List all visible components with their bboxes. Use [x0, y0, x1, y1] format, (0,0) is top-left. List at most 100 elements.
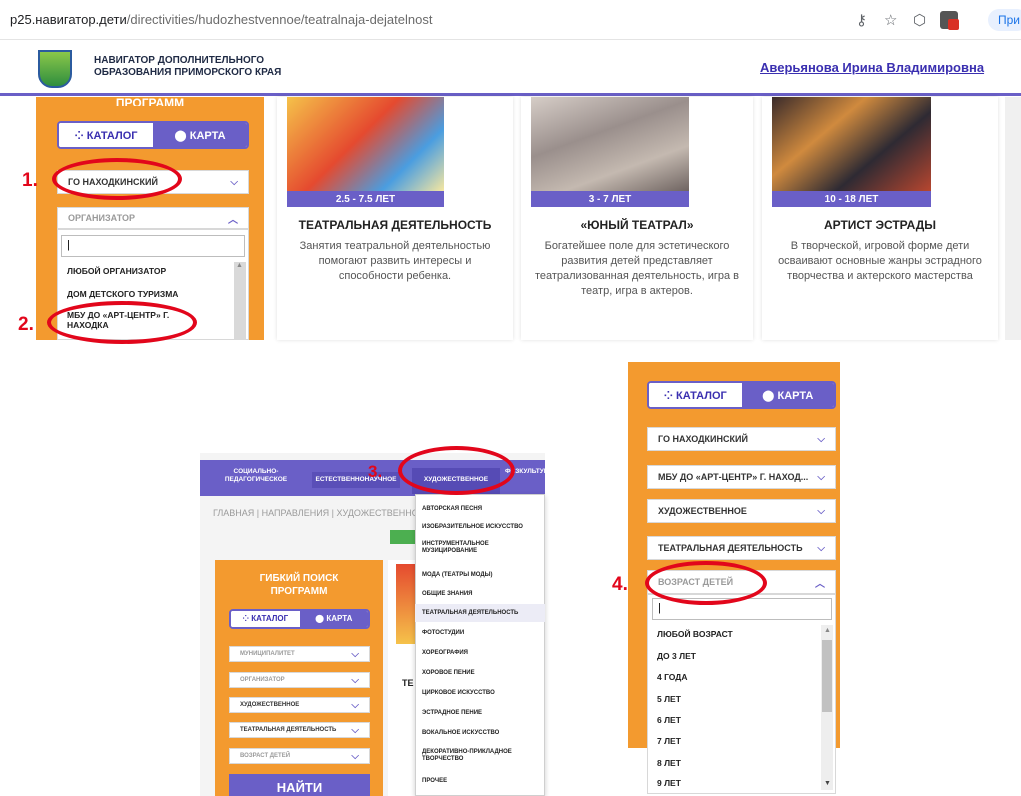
- grid-icon: ⁘: [242, 614, 252, 623]
- direction-select[interactable]: ХУДОЖЕСТВЕННОЕ ⌵: [229, 697, 370, 713]
- profile-select[interactable]: ТЕАТРАЛЬНАЯ ДЕЯТЕЛЬНОСТЬ ⌵: [647, 536, 836, 560]
- menu-item[interactable]: ИНСТРУМЕНТАЛЬНОЕ МУЗИЦИРОВАНИЕ: [415, 536, 545, 560]
- organizer-select[interactable]: ОРГАНИЗАТОР ︿: [57, 207, 249, 229]
- card-title[interactable]: «ЮНЫЙ ТЕАТРАЛ»: [526, 218, 748, 232]
- filter-value: ОРГАНИЗАТОР: [240, 677, 285, 683]
- key-icon[interactable]: ⚷: [856, 11, 867, 29]
- list-item[interactable]: 6 ЛЕТ: [647, 711, 819, 729]
- organizer-select[interactable]: МБУ ДО «АРТ-ЦЕНТР» Г. НАХОД... ⌵: [647, 465, 836, 489]
- filter-value: ТЕАТРАЛЬНАЯ ДЕЯТЕЛЬНОСТЬ: [240, 727, 337, 733]
- extension-cube-icon[interactable]: ⬡: [913, 11, 926, 29]
- extension-icon[interactable]: [940, 11, 959, 30]
- map-pin-icon: ⬤: [174, 130, 190, 142]
- step-marker: 4.: [612, 574, 628, 595]
- municipality-select[interactable]: ГО НАХОДКИНСКИЙ ⌵: [647, 427, 836, 451]
- site-title-line2: ОБРАЗОВАНИЯ ПРИМОРСКОГО КРАЯ: [94, 67, 282, 78]
- step-marker: 3.: [368, 462, 383, 481]
- nav-item-social[interactable]: СОЦИАЛЬНО-ПЕДАГОГИЧЕСКОЕ: [216, 468, 296, 484]
- menu-item[interactable]: ХОРОВОЕ ПЕНИЕ: [415, 664, 545, 682]
- organizer-scrollbar[interactable]: [234, 262, 246, 340]
- chevron-down-icon: ⌵: [351, 648, 359, 660]
- list-item[interactable]: ДОМ ДЕТСКОГО ТУРИЗМА: [57, 285, 233, 303]
- highlight-oval-3: [398, 446, 515, 495]
- catalog-map-tabs: ⁘ КАТАЛОГ ⬤ КАРТА: [229, 609, 370, 629]
- tab-catalog[interactable]: ⁘ КАТАЛОГ: [649, 383, 742, 407]
- tab-map[interactable]: ⬤ КАРТА: [299, 611, 368, 627]
- organizer-search-input[interactable]: |: [61, 235, 245, 257]
- menu-item[interactable]: ОБЩИЕ ЗНАНИЯ: [415, 585, 545, 603]
- organizer-select[interactable]: ОРГАНИЗАТОР ⌵: [229, 672, 370, 688]
- tab-map[interactable]: ⬤ КАРТА: [153, 123, 247, 147]
- profile-select[interactable]: ТЕАТРАЛЬНАЯ ДЕЯТЕЛЬНОСТЬ ⌵: [229, 722, 370, 738]
- profile-button[interactable]: При: [988, 9, 1021, 31]
- highlight-oval-4: [645, 561, 767, 605]
- menu-item[interactable]: ЭСТРАДНОЕ ПЕНИЕ: [415, 704, 545, 722]
- scroll-down-icon[interactable]: ▼: [824, 780, 831, 787]
- list-item[interactable]: 5 ЛЕТ: [647, 690, 819, 708]
- menu-item[interactable]: ВОКАЛЬНОЕ ИСКУССТВО: [415, 724, 545, 742]
- chevron-up-icon: ︿: [815, 578, 825, 590]
- primorye-logo[interactable]: [38, 50, 72, 88]
- card-title[interactable]: ТЕАТРАЛЬНАЯ ДЕЯТЕЛЬНОСТЬ: [282, 218, 508, 232]
- catalog-map-tabs: ⁘ КАТАЛОГ ⬤ КАРТА: [57, 121, 249, 149]
- list-item[interactable]: ЛЮБОЙ ВОЗРАСТ: [647, 625, 819, 643]
- filter-value: ТЕАТРАЛЬНАЯ ДЕЯТЕЛЬНОСТЬ: [658, 543, 803, 553]
- tab-catalog-label: КАТАЛОГ: [251, 614, 289, 623]
- municipality-select[interactable]: МУНИЦИПАЛИТЕТ ⌵: [229, 646, 370, 662]
- list-item[interactable]: 8 ЛЕТ: [647, 754, 819, 772]
- card-description: Богатейшее поле для эстетического развит…: [534, 240, 740, 297]
- list-item[interactable]: ДО 3 ЛЕТ: [647, 647, 819, 665]
- map-pin-icon: ⬤: [762, 390, 778, 402]
- menu-item[interactable]: ФОТОСТУДИИ: [415, 624, 545, 642]
- map-pin-icon: ⬤: [315, 614, 327, 623]
- menu-item[interactable]: ДЕКОРАТИВНО-ПРИКЛАДНОЕ ТВОРЧЕСТВО: [415, 744, 545, 768]
- chevron-down-icon: ⌵: [351, 724, 359, 736]
- highlight-oval-2: [47, 301, 197, 344]
- direction-select[interactable]: ХУДОЖЕСТВЕННОЕ ⌵: [647, 499, 836, 523]
- sidebar-title: ПРОГРАММ: [115, 96, 185, 106]
- star-icon[interactable]: ☆: [884, 11, 897, 29]
- user-profile-link[interactable]: Аверьянова Ирина Владимировна: [760, 60, 984, 75]
- chevron-down-icon: ⌵: [817, 433, 825, 445]
- tab-map-label: КАРТА: [189, 130, 226, 142]
- grid-icon: ⁘: [663, 390, 677, 402]
- card-title[interactable]: АРТИСТ ЭСТРАДЫ: [767, 218, 993, 232]
- scroll-up-icon[interactable]: ▲: [824, 627, 831, 634]
- tab-map[interactable]: ⬤ КАРТА: [741, 383, 834, 407]
- menu-item[interactable]: ХОРЕОГРАФИЯ: [415, 644, 545, 662]
- url-host: p25.навигатор.дети: [10, 12, 127, 27]
- tab-catalog[interactable]: ⁘ КАТАЛОГ: [59, 123, 153, 147]
- menu-item[interactable]: ЦИРКОВОЕ ИСКУССТВО: [415, 684, 545, 702]
- chevron-up-icon: ︿: [228, 214, 238, 226]
- menu-item[interactable]: АВТОРСКАЯ ПЕСНЯ: [415, 500, 545, 518]
- filter-value: ВОЗРАСТ ДЕТЕЙ: [240, 753, 291, 759]
- list-item[interactable]: 7 ЛЕТ: [647, 732, 819, 750]
- chevron-down-icon: ⌵: [817, 542, 825, 554]
- step-marker: 1.: [22, 170, 38, 191]
- list-item[interactable]: 9 ЛЕТ: [647, 774, 819, 792]
- menu-item[interactable]: ИЗОБРАЗИТЕЛЬНОЕ ИСКУССТВО: [415, 518, 545, 536]
- list-item[interactable]: ЛЮБОЙ ОРГАНИЗАТОР: [57, 262, 233, 280]
- nav-item-natural[interactable]: ЕСТЕСТВЕННОНАУЧНОЕ: [312, 472, 400, 488]
- tab-catalog[interactable]: ⁘ КАТАЛОГ: [231, 611, 300, 627]
- site-title[interactable]: НАВИГАТОР ДОПОЛНИТЕЛЬНОГО ОБРАЗОВАНИЯ ПРИ…: [94, 55, 314, 79]
- chevron-down-icon: ⌵: [351, 699, 359, 711]
- menu-item[interactable]: ПРОЧЕЕ: [415, 772, 545, 790]
- filter-value: МБУ ДО «АРТ-ЦЕНТР» Г. НАХОД...: [658, 472, 809, 482]
- scroll-up-icon[interactable]: ▲: [236, 262, 243, 269]
- tab-map-label: КАРТА: [326, 614, 353, 623]
- age-select[interactable]: ВОЗРАСТ ДЕТЕЙ ⌵: [229, 748, 370, 764]
- menu-item-active[interactable]: ТЕАТРАЛЬНАЯ ДЕЯТЕЛЬНОСТЬ: [415, 604, 545, 622]
- chevron-down-icon: ⌵: [351, 750, 359, 762]
- tab-map-label: КАРТА: [777, 390, 814, 402]
- scrollbar-thumb[interactable]: [822, 640, 832, 712]
- chevron-down-icon: ⌵: [817, 505, 825, 517]
- find-button[interactable]: НАЙТИ: [229, 774, 370, 796]
- address-bar[interactable]: p25.навигатор.дети/directivities/hudozhe…: [10, 12, 432, 27]
- list-item[interactable]: 4 ГОДА: [647, 668, 819, 686]
- step-marker: 2.: [18, 314, 34, 335]
- card-description: Занятия театральной деятельностью помога…: [299, 240, 491, 282]
- menu-item[interactable]: МОДА (ТЕАТРЫ МОДЫ): [415, 566, 545, 584]
- age-badge: 2.5 - 7.5 ЛЕТ: [287, 191, 444, 207]
- organizer-label: ОРГАНИЗАТОР: [68, 213, 135, 223]
